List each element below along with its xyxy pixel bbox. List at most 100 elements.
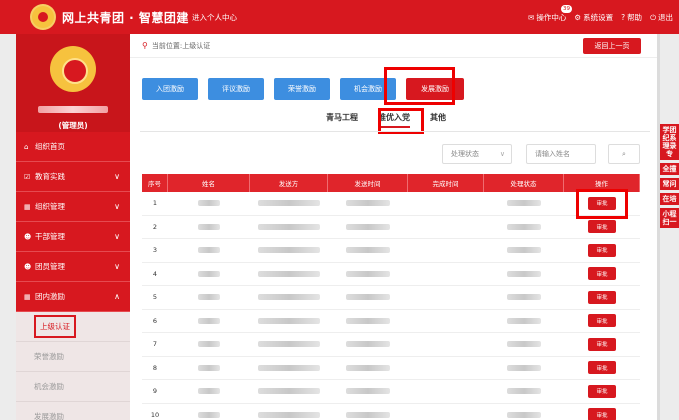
- table-header: 序号 姓名 发送方 发送时间 完成时间 处理状态 操作: [142, 174, 640, 192]
- status-select[interactable]: 处理状态 ∨: [442, 144, 512, 164]
- nav-logout[interactable]: ⏻ 退出: [650, 12, 673, 23]
- join-league-incentive-button[interactable]: 入团激励: [142, 78, 198, 100]
- redacted-text: [198, 200, 220, 207]
- completion-time: [408, 333, 484, 356]
- blurred-send-time: [328, 357, 408, 380]
- power-icon: ⏻: [650, 12, 656, 22]
- float-item-full[interactable]: 全撞: [660, 163, 679, 175]
- action-cell: 审批: [564, 239, 640, 262]
- sidebar-profile: (管理员): [16, 34, 130, 132]
- sidebar-sub-opportunity[interactable]: 机会激励: [16, 372, 130, 402]
- table-row: 10 审批: [142, 404, 640, 420]
- sidebar-item-home[interactable]: ⌂ 组织首页: [16, 132, 130, 162]
- blurred-name: [168, 263, 250, 286]
- approve-button[interactable]: 审批: [588, 337, 616, 351]
- blurred-send-time: [328, 263, 408, 286]
- blurred-sender: [250, 263, 328, 286]
- redacted-text: [198, 270, 220, 277]
- breadcrumb: ⚲ 当前位置:上级认证: [130, 34, 657, 58]
- sidebar-item-cadre-management[interactable]: ☻ 干部管理 ∨: [16, 222, 130, 252]
- personal-center-link[interactable]: 进入个人中心: [192, 12, 237, 23]
- redacted-text: [258, 364, 320, 371]
- row-index: 4: [152, 269, 158, 278]
- col-header: 姓名: [168, 174, 250, 192]
- honor-incentive-button[interactable]: 荣誉激励: [274, 78, 330, 100]
- youth-league-logo: [30, 4, 56, 30]
- evaluation-incentive-button[interactable]: 评议激励: [208, 78, 264, 100]
- users-icon: ☻: [24, 232, 32, 241]
- redacted-text: [346, 364, 390, 371]
- back-button[interactable]: 返回上一页: [583, 38, 641, 54]
- blurred-send-time: [328, 333, 408, 356]
- blurred-send-time: [328, 310, 408, 333]
- tab-other[interactable]: 其他: [430, 112, 446, 128]
- sidebar-item-incentives[interactable]: ▦ 团内激励 ∧: [16, 282, 130, 312]
- float-item-training[interactable]: 在培: [660, 193, 679, 205]
- approve-button[interactable]: 审批: [588, 408, 616, 420]
- sidebar-item-member-management[interactable]: ☻ 团员管理 ∨: [16, 252, 130, 282]
- approve-button[interactable]: 审批: [588, 384, 616, 398]
- search-button[interactable]: ⌕: [608, 144, 640, 164]
- sidebar-sub-development[interactable]: 发展激励: [16, 402, 130, 420]
- table-row: 8 审批: [142, 357, 640, 380]
- role-label: (管理员): [58, 121, 88, 130]
- redacted-text: [346, 247, 390, 254]
- tab-qingma[interactable]: 青马工程: [326, 112, 358, 128]
- sidebar-sub-superior-certification[interactable]: 上级认证: [16, 312, 130, 342]
- nav-help[interactable]: ? 帮助: [621, 12, 642, 23]
- redacted-text: [346, 317, 390, 324]
- table-row: 3 审批: [142, 239, 640, 263]
- redacted-text: [198, 341, 220, 348]
- redacted-text: [507, 364, 541, 371]
- chevron-down-icon: ∨: [499, 150, 505, 158]
- blurred-name: [168, 404, 250, 420]
- row-index: 6: [152, 316, 158, 325]
- chevron-down-icon: ∨: [114, 172, 120, 181]
- redacted-text: [507, 223, 541, 230]
- redacted-text: [258, 200, 320, 207]
- approve-button[interactable]: 审批: [588, 290, 616, 304]
- sidebar-item-education[interactable]: ☑ 教育实践 ∨: [16, 162, 130, 192]
- sidebar-item-org-management[interactable]: ▦ 组织管理 ∨: [16, 192, 130, 222]
- float-item-faq[interactable]: 常问: [660, 178, 679, 190]
- highlight-box: 上级认证: [34, 315, 76, 338]
- action-cell: 审批: [564, 380, 640, 403]
- approve-button[interactable]: 审批: [588, 314, 616, 328]
- redacted-text: [198, 223, 220, 230]
- table-row: 6 审批: [142, 310, 640, 333]
- redacted-text: [258, 223, 320, 230]
- completion-time: [408, 404, 484, 420]
- blurred-status: [484, 310, 564, 333]
- blurred-name: [168, 310, 250, 333]
- name-input[interactable]: 请输入姓名: [526, 144, 596, 164]
- chevron-down-icon: ∨: [114, 202, 120, 211]
- blurred-send-time: [328, 239, 408, 262]
- table-body: 1 审批 2 审批 3 审批 4 审批 5 审批 6 审批 7 审批 8 审批 9 审批 10 审批: [142, 192, 640, 420]
- completion-time: [408, 216, 484, 239]
- completion-time: [408, 239, 484, 262]
- redacted-text: [507, 270, 541, 277]
- float-item-miniprogram[interactable]: 小程扫一: [660, 208, 679, 228]
- completion-time: [408, 380, 484, 403]
- nav-system-settings[interactable]: ⚙ 系统设置: [574, 12, 613, 23]
- approve-button[interactable]: 审批: [588, 361, 616, 375]
- main-panel: ⚲ 当前位置:上级认证 返回上一页 入团激励 评议激励 荣誉激励 机会激励 发展…: [130, 34, 657, 420]
- redacted-text: [507, 247, 541, 254]
- blurred-status: [484, 263, 564, 286]
- right-float-panel: 学团纪系理录专 全撞 常问 在培 小程扫一: [660, 124, 679, 231]
- redacted-text: [346, 270, 390, 277]
- float-item-study[interactable]: 学团纪系理录专: [660, 124, 679, 160]
- nav-operation-center[interactable]: ✉ 操作中心 39: [528, 5, 573, 23]
- redacted-text: [507, 294, 541, 301]
- sidebar-sub-honor[interactable]: 荣誉激励: [16, 342, 130, 372]
- blurred-sender: [250, 357, 328, 380]
- row-index: 1: [152, 199, 158, 208]
- action-cell: 审批: [564, 333, 640, 356]
- approve-button[interactable]: 审批: [588, 267, 616, 281]
- approve-button[interactable]: 审批: [588, 220, 616, 234]
- approve-button[interactable]: 审批: [588, 243, 616, 257]
- blurred-sender: [250, 404, 328, 420]
- action-cell: 审批: [564, 404, 640, 420]
- blurred-status: [484, 192, 564, 215]
- row-index: 8: [152, 363, 158, 372]
